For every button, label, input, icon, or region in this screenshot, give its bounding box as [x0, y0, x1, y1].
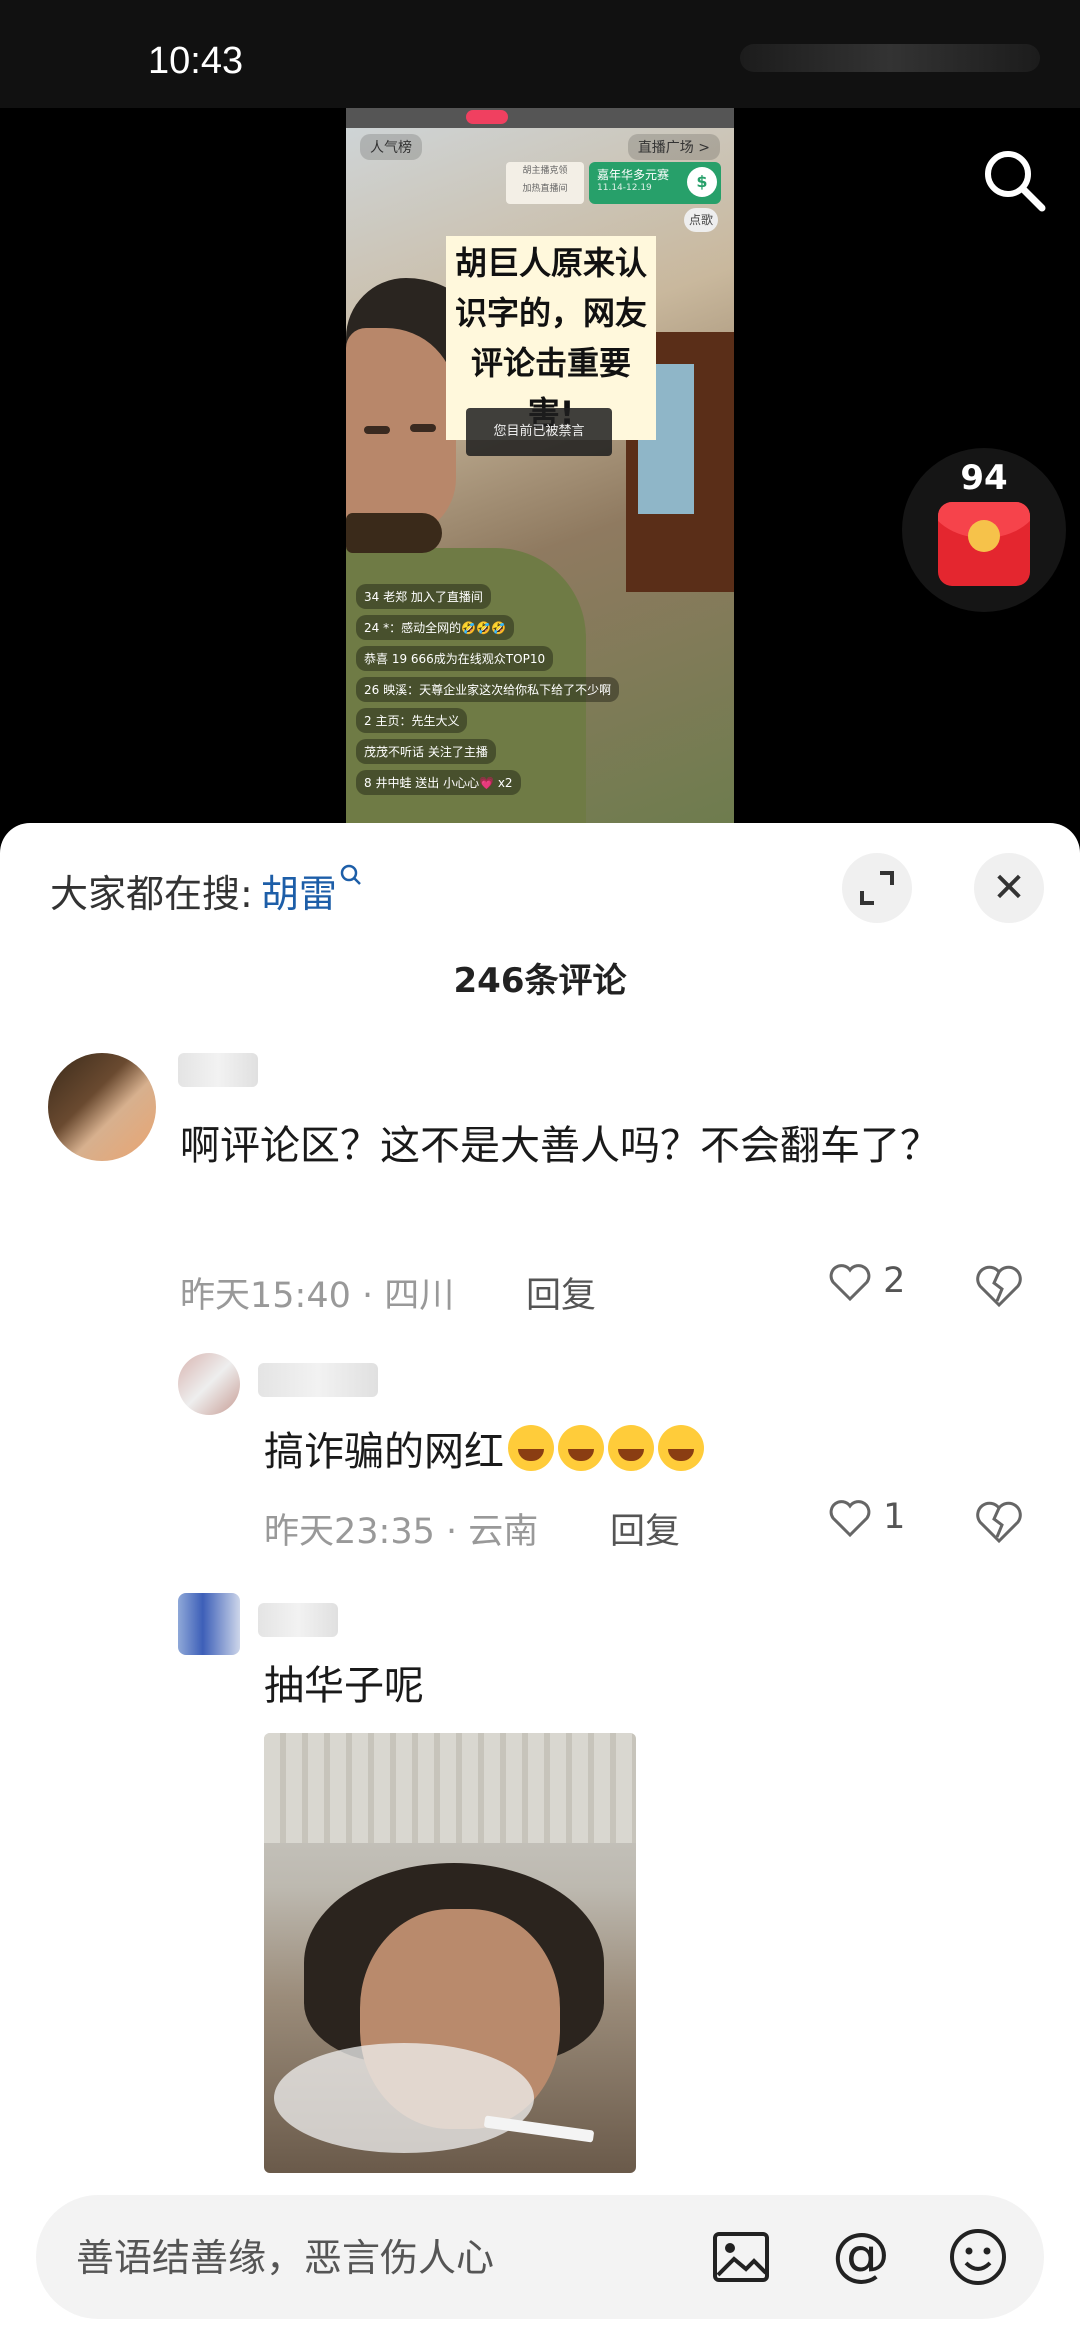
chat-text: 8 井中蛙 送出 小心心💗 x2: [356, 770, 521, 795]
mention-button[interactable]: @: [826, 2219, 896, 2289]
promo-card: 嘉年华多元赛 11.14-12.19 $: [589, 162, 721, 204]
live-plaza-link: 直播广场 >: [627, 134, 720, 160]
anchor-card-line: 胡主播克领: [522, 166, 568, 176]
comment-location: 云南: [468, 1512, 539, 1552]
expand-icon: [860, 871, 894, 905]
streamer-beard: [346, 513, 442, 553]
streamer-eye: [410, 424, 436, 432]
follow-pill: [466, 110, 508, 124]
status-icons-blurred: [740, 44, 1040, 72]
chat-message: 恭喜 19 666成为在线观众TOP10: [356, 646, 686, 671]
comment-time: 昨天15:40: [180, 1276, 351, 1316]
emoji-icon[interactable]: [948, 2227, 1008, 2287]
chat-text: 24 *：感动全网的🤣🤣🤣: [356, 615, 514, 640]
search-icon: [985, 151, 1046, 212]
broken-heart-icon[interactable]: [974, 1499, 1024, 1545]
video-area[interactable]: 人气榜 直播广场 > 胡主播克领 加热直播间 嘉年华多元赛 11.14-12.1…: [0, 108, 1080, 823]
comment-text-content: 搞诈骗的网红: [264, 1429, 504, 1475]
image-icon[interactable]: [712, 2229, 770, 2285]
comment-photo[interactable]: [264, 1733, 636, 2173]
reply-button[interactable]: 回复: [610, 1503, 680, 1554]
chat-text: 茂茂不听话 关注了主播: [356, 739, 496, 764]
photo-cigarette: [483, 2115, 595, 2143]
chat-text: 34 老郑 加入了直播间: [356, 584, 491, 609]
anchor-card-line: 加热直播间: [522, 184, 568, 194]
search-small-icon: [340, 864, 361, 885]
envelope-seal: [968, 520, 1000, 552]
laugh-cry-emoji-icon: [658, 1425, 704, 1471]
at-icon: @: [832, 2220, 890, 2288]
chat-message: 24 *：感动全网的🤣🤣🤣: [356, 615, 686, 640]
hot-search-label: 大家都在搜:: [50, 872, 253, 916]
hot-search: 大家都在搜: 胡雷: [50, 863, 363, 918]
comment-meta: 昨天15:40 · 四川: [180, 1276, 455, 1316]
redpacket-widget[interactable]: 94: [902, 448, 1066, 612]
anchor-card: 胡主播克领 加热直播间: [506, 162, 584, 204]
status-time: 10:43: [148, 40, 244, 82]
chat-message: 26 映溪：天尊企业家这次给你私下给了不少啊: [356, 677, 686, 702]
live-stream-frame[interactable]: 人气榜 直播广场 > 胡主播克领 加热直播间 嘉年华多元赛 11.14-12.1…: [346, 108, 734, 823]
broken-heart-icon[interactable]: [974, 1263, 1024, 1309]
status-bar: 10:43: [0, 0, 1080, 108]
like-count: 2: [883, 1261, 906, 1301]
chat-text: 26 映溪：天尊企业家这次给你私下给了不少啊: [356, 677, 620, 702]
comments-sheet: 大家都在搜: 胡雷 ✕ 246条评论 啊评论区？这不是大善人吗？不会翻车了？ 昨天…: [0, 823, 1080, 2340]
order-song-chip: 点歌: [684, 208, 718, 232]
heart-icon: [829, 1264, 871, 1302]
photo-smoke: [274, 2043, 534, 2153]
avatar[interactable]: [48, 1053, 156, 1161]
chat-message: 2 主页：先生大义: [356, 708, 686, 733]
avatar[interactable]: [178, 1593, 240, 1655]
live-chat-list: 34 老郑 加入了直播间 24 *：感动全网的🤣🤣🤣 恭喜 19 666成为在线…: [356, 584, 686, 801]
streamer-face: [346, 328, 456, 538]
comment-time: 昨天23:35: [264, 1512, 435, 1552]
hot-search-term[interactable]: 胡雷: [261, 872, 337, 916]
like-count: 1: [883, 1497, 906, 1537]
photo-roof: [264, 1733, 636, 1843]
stream-top-bar: [346, 108, 734, 128]
expand-button[interactable]: [842, 853, 912, 923]
username-blurred[interactable]: [178, 1053, 258, 1087]
comment-text: 抽华子呢: [264, 1663, 424, 1709]
comment-input-bar: @: [36, 2195, 1044, 2319]
comment-meta: 昨天23:35 · 云南: [264, 1512, 539, 1552]
reply-button[interactable]: 回复: [526, 1267, 596, 1318]
chat-text: 2 主页：先生大义: [356, 708, 468, 733]
comment-location: 四川: [384, 1276, 455, 1316]
search-button[interactable]: [982, 148, 1046, 212]
comment-text: 啊评论区？这不是大善人吗？不会翻车了？: [180, 1123, 940, 1169]
chat-message: 茂茂不听话 关注了主播: [356, 739, 686, 764]
close-button[interactable]: ✕: [974, 853, 1044, 923]
like-button[interactable]: 1: [828, 1497, 905, 1538]
streamer-eye: [364, 426, 390, 434]
chat-message: 34 老郑 加入了直播间: [356, 584, 686, 609]
close-icon: ✕: [992, 865, 1026, 911]
username-blurred[interactable]: [258, 1603, 338, 1637]
comment-text: 搞诈骗的网红: [264, 1419, 984, 1485]
comment-input[interactable]: [74, 2229, 638, 2287]
redpacket-icon: [938, 502, 1030, 586]
redpacket-count: 94: [960, 458, 1008, 498]
muted-notice: 您目前已被禁言: [466, 408, 612, 456]
comment-count: 246条评论: [453, 961, 627, 1001]
username-blurred[interactable]: [258, 1363, 378, 1397]
popularity-chip: 人气榜: [360, 134, 422, 160]
laugh-cry-emoji-icon: [508, 1425, 554, 1471]
chat-text: 恭喜 19 666成为在线观众TOP10: [356, 646, 554, 671]
laugh-cry-emoji-icon: [558, 1425, 604, 1471]
avatar[interactable]: [178, 1353, 240, 1415]
laugh-cry-emoji-icon: [608, 1425, 654, 1471]
heart-icon: [829, 1500, 871, 1538]
chat-message: 8 井中蛙 送出 小心心💗 x2: [356, 770, 686, 795]
like-button[interactable]: 2: [828, 1261, 905, 1302]
promo-badge-icon: $: [687, 167, 717, 197]
